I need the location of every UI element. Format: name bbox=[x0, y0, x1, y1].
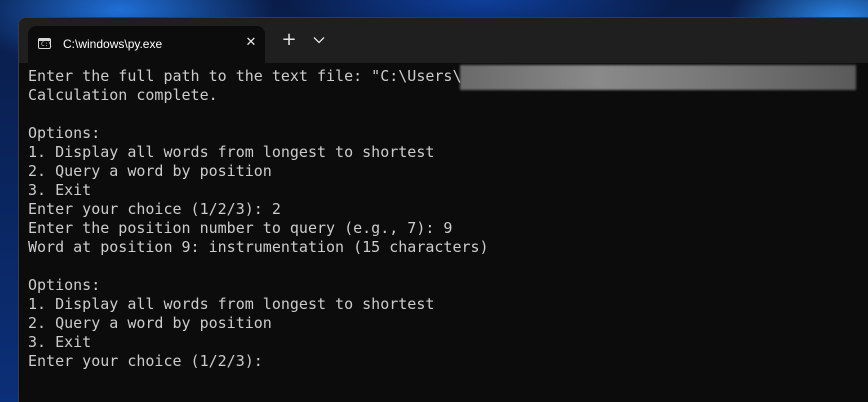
terminal-line: Options: bbox=[28, 276, 101, 294]
tab-title: C:\windows\py.exe bbox=[63, 37, 163, 51]
terminal-prompt[interactable]: Enter your choice (1/2/3): bbox=[28, 352, 263, 371]
terminal-line: 1. Display all words from longest to sho… bbox=[28, 295, 435, 313]
terminal-line: 3. Exit bbox=[28, 333, 92, 351]
terminal-line: 3. Exit bbox=[28, 181, 92, 199]
tab-py-exe[interactable]: C:\ C:\windows\py.exe ✕ bbox=[28, 26, 265, 63]
terminal-line: 2. Query a word by position bbox=[28, 314, 272, 332]
terminal-output[interactable]: Enter the full path to the text file: "C… bbox=[19, 63, 868, 402]
title-bar: C:\ C:\windows\py.exe ✕ + bbox=[19, 18, 868, 63]
terminal-window: C:\ C:\windows\py.exe ✕ + Enter the full… bbox=[18, 17, 868, 402]
new-tab-button[interactable]: + bbox=[277, 28, 301, 52]
redacted-path bbox=[460, 65, 856, 90]
close-icon[interactable]: ✕ bbox=[241, 33, 261, 53]
terminal-line: 1. Display all words from longest to sho… bbox=[28, 143, 435, 161]
terminal-line: Word at position 9: instrumentation (15 … bbox=[28, 238, 489, 256]
chevron-down-icon[interactable] bbox=[307, 28, 331, 52]
terminal-line: Enter the full path to the text file: "C… bbox=[28, 67, 462, 85]
console-icon-label: C:\ bbox=[41, 41, 52, 48]
terminal-line: Enter your choice (1/2/3): 2 bbox=[28, 200, 281, 218]
terminal-line: Options: bbox=[28, 124, 101, 142]
console-icon: C:\ bbox=[38, 38, 52, 49]
terminal-line: Enter the position number to query (e.g.… bbox=[28, 219, 453, 237]
terminal-line: 2. Query a word by position bbox=[28, 162, 272, 180]
terminal-line: Calculation complete. bbox=[28, 86, 218, 104]
